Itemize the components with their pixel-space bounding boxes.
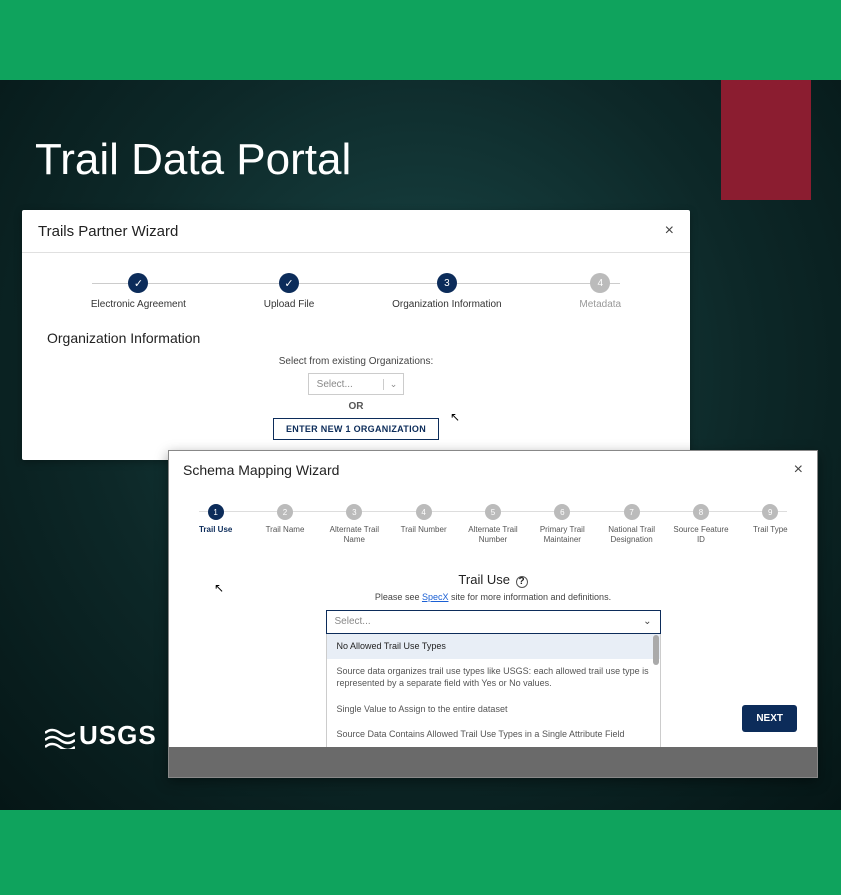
info-icon[interactable]: ?: [516, 576, 528, 588]
organization-select[interactable]: Select... ⌄: [308, 373, 405, 395]
subtext: Please see SpecX site for more informati…: [199, 592, 787, 602]
step-label: Trail Type: [753, 525, 788, 535]
step-number: 7: [624, 504, 640, 520]
step-number: 8: [693, 504, 709, 520]
close-icon[interactable]: ×: [665, 222, 674, 240]
step-source-feature-id[interactable]: 8 Source Feature ID: [666, 504, 735, 544]
step-upload-file[interactable]: Upload File: [264, 273, 315, 310]
step-label: Source Feature ID: [671, 525, 731, 544]
step-number: 6: [554, 504, 570, 520]
step-label: National Trail Designation: [602, 525, 662, 544]
step-label: Trail Name: [266, 525, 305, 535]
next-button[interactable]: NEXT: [742, 705, 797, 732]
step-electronic-agreement[interactable]: Electronic Agreement: [91, 273, 186, 310]
page-title: Trail Data Portal: [35, 135, 351, 185]
wizard2-header: Schema Mapping Wizard ×: [169, 451, 817, 489]
step-label: Upload File: [264, 299, 315, 310]
step-label: Electronic Agreement: [91, 299, 186, 310]
cursor-icon: ↖: [214, 581, 224, 595]
org-body: Select from existing Organizations: Sele…: [22, 356, 690, 440]
chevron-down-icon: ⌄: [643, 616, 651, 627]
scrollbar[interactable]: [653, 635, 659, 665]
step-alt-trail-number[interactable]: 5 Alternate Trail Number: [458, 504, 527, 544]
dropdown-option[interactable]: Source Data Contains Allowed Trail Use T…: [327, 722, 660, 748]
step-label: Alternate Trail Name: [324, 525, 384, 544]
step-trail-name[interactable]: 2 Trail Name: [250, 504, 319, 544]
wizard2-title: Schema Mapping Wizard: [183, 462, 339, 478]
step-trail-number[interactable]: 4 Trail Number: [389, 504, 458, 544]
wizard1-title: Trails Partner Wizard: [38, 223, 178, 240]
wizard1-stepper: Electronic Agreement Upload File 3 Organ…: [22, 253, 690, 320]
dropdown-list: No Allowed Trail Use Types Source data o…: [326, 634, 661, 764]
step-organization-information[interactable]: 3 Organization Information: [392, 273, 502, 310]
subtext-post: site for more information and definition…: [448, 592, 611, 602]
dropdown-placeholder: Select...: [335, 616, 371, 627]
section-heading: Organization Information: [22, 320, 690, 356]
check-icon: [279, 273, 299, 293]
step-label: Trail Number: [401, 525, 447, 535]
trails-partner-wizard: Trails Partner Wizard × Electronic Agree…: [22, 210, 690, 460]
dropdown-option[interactable]: Single Value to Assign to the entire dat…: [327, 697, 660, 723]
subtext-pre: Please see: [375, 592, 422, 602]
dropdown-option[interactable]: Source data organizes trail use types li…: [327, 659, 660, 696]
logo-text: USGS: [79, 720, 157, 751]
step-number: 3: [346, 504, 362, 520]
check-icon: [128, 273, 148, 293]
step-label: Alternate Trail Number: [463, 525, 523, 544]
schema-mapping-wizard: Schema Mapping Wizard × 1 Trail Use 2 Tr…: [168, 450, 818, 778]
select-prompt: Select from existing Organizations:: [22, 356, 690, 367]
heading-text: Trail Use: [458, 572, 510, 587]
step-trail-use[interactable]: 1 Trail Use: [181, 504, 250, 544]
step-number: 5: [485, 504, 501, 520]
step-label: Metadata: [579, 299, 621, 310]
chevron-down-icon: ⌄: [383, 379, 404, 390]
waves-icon: [45, 725, 75, 747]
step-alt-trail-name[interactable]: 3 Alternate Trail Name: [320, 504, 389, 544]
step-label: Primary Trail Maintainer: [532, 525, 592, 544]
trail-use-dropdown: Select... ⌄ No Allowed Trail Use Types S…: [326, 610, 661, 764]
wizard1-header: Trails Partner Wizard ×: [22, 210, 690, 253]
accent-block: [721, 80, 811, 200]
step-number: 9: [762, 504, 778, 520]
or-divider: OR: [22, 401, 690, 412]
dropdown-select[interactable]: Select... ⌄: [326, 610, 661, 634]
enter-new-organization-button[interactable]: ENTER NEW 1 ORGANIZATION: [273, 418, 439, 440]
step-number: 4: [416, 504, 432, 520]
close-icon[interactable]: ×: [794, 461, 803, 479]
step-label: Organization Information: [392, 299, 502, 310]
step-number: 2: [277, 504, 293, 520]
wizard2-footer-bar: [169, 747, 817, 777]
step-label: Trail Use: [199, 525, 232, 535]
wizard2-body: Trail Use ? Please see SpecX site for mo…: [169, 552, 817, 764]
specx-link[interactable]: SpecX: [422, 592, 449, 602]
step-number: 3: [437, 273, 457, 293]
wizard2-stepper: 1 Trail Use 2 Trail Name 3 Alternate Tra…: [169, 489, 817, 552]
cursor-icon: ↖: [450, 410, 460, 424]
usgs-logo: USGS: [45, 720, 157, 751]
step-number: 1: [208, 504, 224, 520]
step-trail-type[interactable]: 9 Trail Type: [736, 504, 805, 544]
step-primary-maintainer[interactable]: 6 Primary Trail Maintainer: [528, 504, 597, 544]
dropdown-option[interactable]: No Allowed Trail Use Types: [327, 634, 660, 660]
step-national-designation[interactable]: 7 National Trail Designation: [597, 504, 666, 544]
step-number: 4: [590, 273, 610, 293]
step-metadata: 4 Metadata: [579, 273, 621, 310]
body-heading: Trail Use ?: [199, 572, 787, 588]
select-placeholder: Select...: [309, 379, 383, 390]
